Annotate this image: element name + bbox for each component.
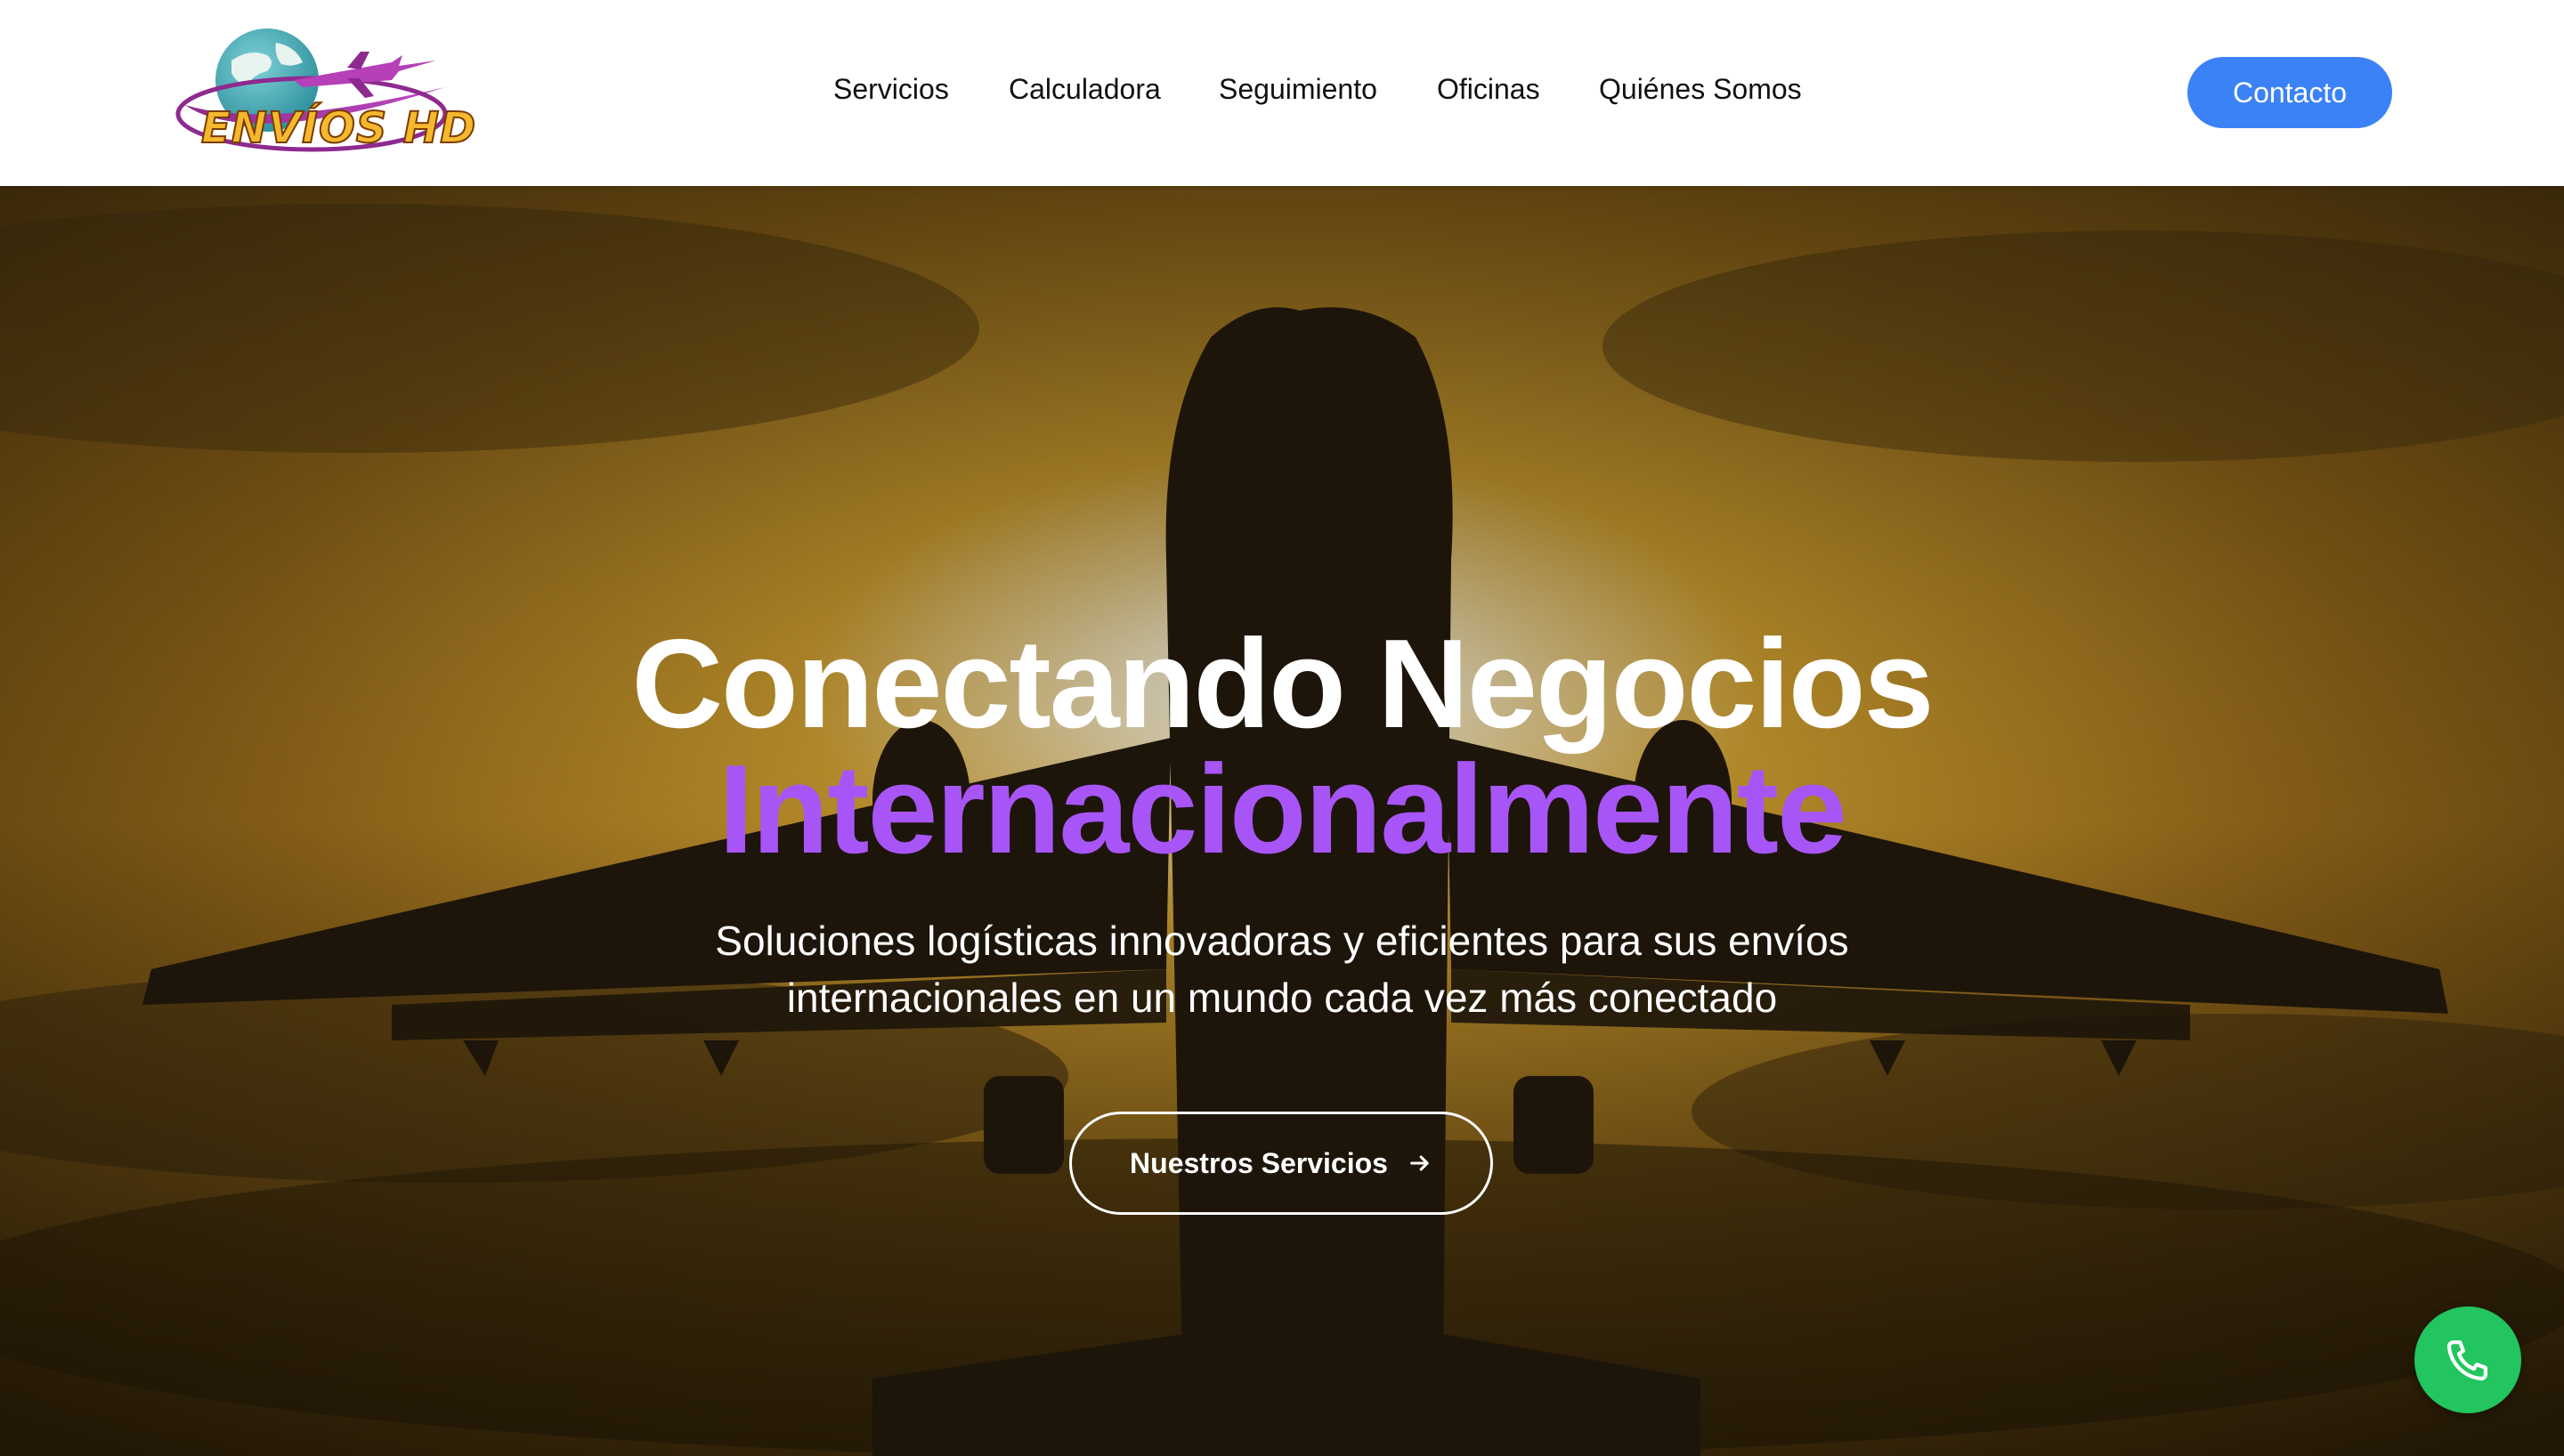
arrow-right-icon [1410,1155,1429,1171]
nav-quienes-somos[interactable]: Quiénes Somos [1599,73,1802,106]
envios-hd-logo[interactable]: ENVÍOS HD [169,16,477,167]
hero-title-line1: Conectando Negocios [631,613,1934,755]
nav-servicios[interactable]: Servicios [833,73,949,106]
nav-seguimiento[interactable]: Seguimiento [1219,73,1377,106]
nuestros-servicios-button[interactable]: Nuestros Servicios [1069,1112,1493,1215]
contact-button[interactable]: Contacto [2187,57,2392,128]
phone-icon [2446,1340,2487,1381]
hero-title-line2: Internacionalmente [718,739,1847,880]
nav-oficinas[interactable]: Oficinas [1437,73,1540,106]
hero-subtitle-line1: Soluciones logísticas innovadoras y efic… [715,918,1849,964]
hero-section: Conectando Negocios Internacionalmente S… [0,186,2564,1456]
logo-wordmark: ENVÍOS HD [200,102,477,154]
nav-calculadora[interactable]: Calculadora [1009,73,1161,106]
hero-subtitle-line2: internacionales en un mundo cada vez más… [786,975,1778,1021]
phone-call-button[interactable] [2414,1306,2521,1413]
site-header: ENVÍOS HD Servicios Calculadora Seguimie… [0,0,2564,186]
cta-label: Nuestros Servicios [1130,1146,1388,1179]
